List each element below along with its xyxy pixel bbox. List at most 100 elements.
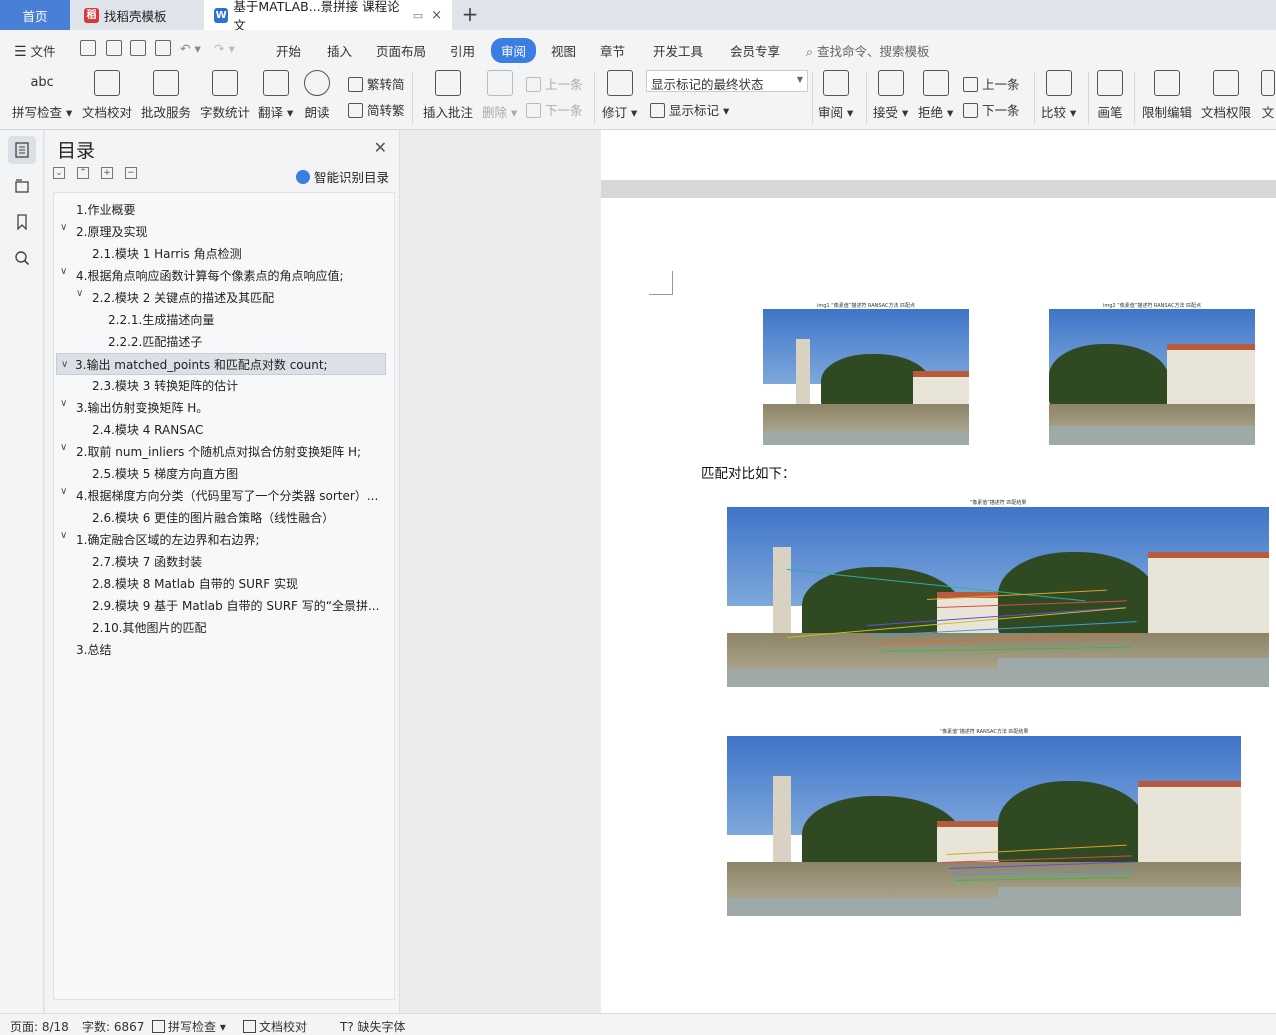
smart-robot-icon (295, 170, 310, 184)
markup-state-value: 显示标记的最终状态 (651, 77, 764, 92)
chapter-nav-icon[interactable] (8, 172, 36, 200)
translate-button[interactable]: 翻译 ▾ (258, 70, 293, 121)
expand-up-icon[interactable]: ⌃ (77, 167, 89, 179)
toc-item[interactable]: 2.2.1.生成描述向量 (56, 309, 386, 331)
toc-item[interactable]: 2.7.模块 7 函数封装 (56, 551, 386, 573)
export-icon[interactable] (106, 40, 122, 56)
read-aloud-button[interactable]: 朗读 (304, 70, 330, 121)
toc-item[interactable]: 2.3.模块 3 转换矩阵的估计 (56, 375, 386, 397)
menu-layout[interactable]: 页面布局 (376, 41, 426, 60)
close-icon[interactable]: ✕ (374, 138, 387, 157)
menu-review[interactable]: 审阅 (491, 38, 537, 63)
permission-icon (1213, 70, 1239, 96)
toc-item[interactable]: 1.作业概要 (56, 199, 386, 221)
toc-item[interactable]: 2.原理及实现 (56, 221, 386, 243)
add-level-icon[interactable]: + (101, 167, 113, 179)
status-doc-proof[interactable]: 文档校对 (243, 1018, 307, 1035)
doc-proof-button[interactable]: 文档校对 (82, 70, 132, 121)
menu-chapter[interactable]: 章节 (600, 41, 625, 60)
word-count-indicator[interactable]: 字数: 6867 (82, 1018, 144, 1035)
to-simplified-button[interactable]: 简转繁 (348, 100, 405, 119)
collapse-all-icon[interactable]: ⌄ (53, 167, 65, 179)
convert-icon (348, 77, 363, 92)
redo-icon[interactable]: ↷ ▾ (214, 41, 235, 56)
add-tab-button[interactable]: + (458, 4, 482, 26)
menu-start[interactable]: 开始 (276, 41, 301, 60)
compare-button[interactable]: 比较 ▾ (1041, 70, 1076, 121)
page-indicator[interactable]: 页面: 8/18 (10, 1018, 69, 1035)
insert-comment-button[interactable]: 插入批注 (423, 70, 473, 121)
figure-image-match2 (727, 736, 1241, 916)
word-count-button[interactable]: 字数统计 (200, 70, 250, 121)
toc-item-selected[interactable]: ∨ 3.输出 matched_points 和匹配点对数 count; (56, 353, 386, 375)
toc-item[interactable]: 1.确定融合区域的左边界和右边界; (56, 529, 386, 551)
menu-bar: ☰ 文件 ↶ ▾ ↷ ▾ 开始 插入 页面布局 引用 审阅 视图 章节 开发工具 … (0, 30, 1276, 66)
menu-reference[interactable]: 引用 (450, 41, 475, 60)
doc-more-label: 文 (1261, 105, 1275, 120)
toc-icon[interactable] (8, 136, 36, 164)
save-icon[interactable] (80, 40, 96, 56)
toc-item[interactable]: 2.5.模块 5 梯度方向直方图 (56, 463, 386, 485)
toc-item[interactable]: 2.8.模块 8 Matlab 自带的 SURF 实现 (56, 573, 386, 595)
toc-item[interactable]: 2.2.2.匹配描述子 (56, 331, 386, 353)
tab-template[interactable]: 稻 找稻壳模板 (74, 0, 198, 30)
toc-item[interactable]: 3.输出仿射变换矩阵 H。 (56, 397, 386, 419)
prev-change-button[interactable]: 上一条 (963, 74, 1020, 93)
undo-icon[interactable]: ↶ ▾ (180, 41, 201, 56)
screen-icon[interactable]: ▭ (413, 9, 423, 22)
spell-check-button[interactable]: abc 拼写检查 ▾ (12, 70, 72, 121)
print-preview-icon[interactable] (155, 40, 171, 56)
review-pane-button[interactable]: 审阅 ▾ (818, 70, 853, 121)
toc-item[interactable]: 4.根据角点响应函数计算每个像素点的角点响应值; (56, 265, 386, 287)
toc-item[interactable]: 2.10.其他图片的匹配 (56, 617, 386, 639)
toc-item[interactable]: 2.4.模块 4 RANSAC (56, 419, 386, 441)
toc-item[interactable]: 3.总结 (56, 639, 386, 661)
tab-home[interactable]: 首页 (0, 0, 70, 30)
menu-view[interactable]: 视图 (551, 41, 576, 60)
toc-item[interactable]: 2.9.模块 9 基于 Matlab 自带的 SURF 写的“全景拼... (56, 595, 386, 617)
doc-permission-button[interactable]: 文档权限 (1201, 70, 1251, 121)
menu-devtools[interactable]: 开发工具 (653, 41, 703, 60)
proof-icon (243, 1020, 256, 1033)
toc-item[interactable]: 2.1.模块 1 Harris 角点检测 (56, 243, 386, 265)
close-tab-icon[interactable]: × (431, 8, 442, 23)
bookmark-icon[interactable] (8, 208, 36, 236)
doc-more-button[interactable]: 文 (1260, 70, 1276, 121)
accept-button[interactable]: 接受 ▾ (873, 70, 908, 121)
menu-member[interactable]: 会员专享 (730, 41, 780, 60)
print-icon[interactable] (130, 40, 146, 56)
document-page[interactable]: img1 “像素值”描述符 RANSAC方法 匹配点 img2 “像素值”描述符… (601, 198, 1276, 1013)
toc-item[interactable]: 4.根据梯度方向分类（代码里写了一个分类器 sorter）... (56, 485, 386, 507)
document-canvas[interactable]: img1 “像素值”描述符 RANSAC方法 匹配点 img2 “像素值”描述符… (401, 130, 1276, 1013)
delete-comment-button[interactable]: 删除 ▾ (482, 70, 517, 121)
word-count-icon (212, 70, 238, 96)
menu-insert[interactable]: 插入 (327, 41, 352, 60)
smart-toc-button[interactable]: 智能识别目录 (295, 167, 389, 186)
checkbox-icon (152, 1020, 165, 1033)
restrict-edit-button[interactable]: 限制编辑 (1142, 70, 1192, 121)
revise-button[interactable]: 修订 ▾ (602, 70, 637, 121)
show-markup-button[interactable]: 显示标记 ▾ (650, 100, 729, 119)
toc-item[interactable]: 2.2.模块 2 关键点的描述及其匹配 (56, 287, 386, 309)
smart-toc-label: 智能识别目录 (313, 170, 389, 185)
doc-proof-icon (94, 70, 120, 96)
to-traditional-button[interactable]: 繁转简 (348, 74, 405, 93)
markup-state-select[interactable]: 显示标记的最终状态 ▼ (646, 70, 808, 92)
search-icon[interactable] (8, 244, 36, 272)
menu-file[interactable]: ☰ 文件 (14, 41, 56, 60)
figure-caption: img2 “像素值”描述符 RANSAC方法 匹配点 (1102, 303, 1202, 309)
tab-document[interactable]: W 基于MATLAB...景拼接 课程论文 ▭ × (204, 0, 452, 33)
toc-item[interactable]: 2.6.模块 6 更佳的图片融合策略（线性融合） (56, 507, 386, 529)
toc-item[interactable]: 2.取前 num_inliers 个随机点对拟合仿射变换矩阵 H; (56, 441, 386, 463)
chevron-down-icon[interactable]: ∨ (61, 354, 68, 374)
reject-button[interactable]: 拒绝 ▾ (918, 70, 953, 121)
command-search[interactable]: ⌕ 查找命令、搜索模板 (806, 41, 930, 60)
status-missing-font[interactable]: T? 缺失字体 (340, 1018, 406, 1035)
prev-comment-button[interactable]: 上一条 (526, 74, 583, 93)
pen-button[interactable]: 画笔 (1097, 70, 1123, 121)
batch-service-button[interactable]: 批改服务 (141, 70, 191, 121)
next-change-button[interactable]: 下一条 (963, 100, 1020, 119)
status-spell-check[interactable]: 拼写检查 ▾ (152, 1018, 226, 1035)
next-comment-button[interactable]: 下一条 (526, 100, 583, 119)
remove-level-icon[interactable]: − (125, 167, 137, 179)
